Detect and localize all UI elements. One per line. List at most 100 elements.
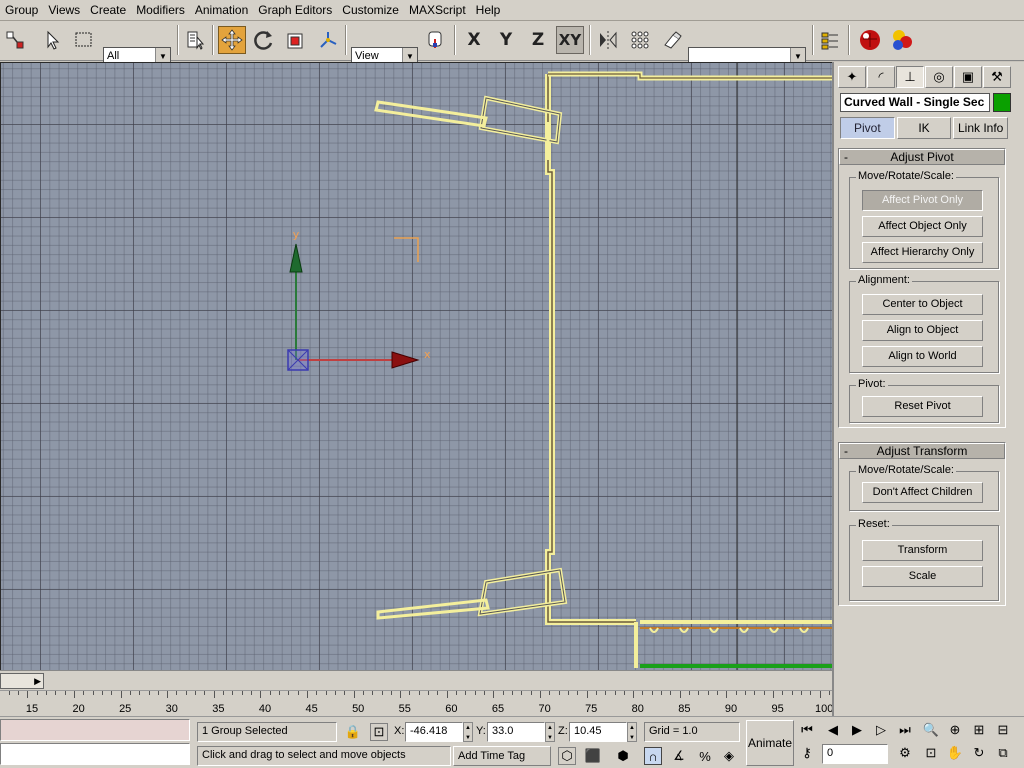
hierarchy-tab-icon[interactable]: ⊥ [896, 66, 924, 88]
add-time-tag-button[interactable]: Add Time Tag [453, 746, 551, 766]
curved-wall-object[interactable] [374, 71, 832, 668]
angle-snap-icon[interactable]: ∡ [670, 747, 688, 765]
time-configuration-icon[interactable]: ⚙ [896, 744, 914, 762]
spinner-snap-icon[interactable]: ◈ [720, 747, 738, 765]
track-view-icon[interactable] [816, 26, 844, 54]
tick-mark [754, 691, 756, 695]
tick-mark [64, 691, 66, 695]
display-tab-icon[interactable]: ▣ [954, 66, 982, 88]
arc-rotate-icon[interactable]: ↻ [970, 744, 988, 762]
percent-snap-icon[interactable]: % [696, 747, 714, 765]
animate-button[interactable]: Animate [746, 720, 794, 766]
cube-icon[interactable]: ⬢ [614, 747, 632, 765]
maximize-viewport-icon[interactable]: ⧉ [994, 744, 1012, 762]
3ds-max-window: Group Views Create Modifiers Animation G… [0, 0, 1024, 768]
select-and-rotate-icon[interactable] [250, 26, 278, 54]
menu-modifiers[interactable]: Modifiers [131, 0, 190, 21]
array-icon[interactable] [626, 26, 654, 54]
align-to-object-button[interactable]: Align to Object [862, 320, 983, 341]
time-slider-thumb[interactable]: ▶ [0, 673, 44, 689]
dont-affect-children-button[interactable]: Don't Affect Children [862, 482, 983, 503]
zoom-icon[interactable]: 🔍 [922, 721, 940, 739]
region-zoom-icon[interactable]: ⊡ [922, 744, 940, 762]
move-gizmo[interactable] [287, 243, 420, 371]
select-and-link-icon[interactable] [2, 26, 30, 54]
tick-mark [530, 691, 532, 695]
menu-help[interactable]: Help [471, 0, 506, 21]
select-object-icon[interactable] [38, 26, 66, 54]
align-to-world-button[interactable]: Align to World [862, 346, 983, 367]
menu-maxscript[interactable]: MAXScript [404, 0, 471, 21]
go-to-start-icon[interactable]: ⏮ [798, 721, 816, 739]
utilities-tab-icon[interactable]: ⚒ [983, 66, 1011, 88]
affect-pivot-only-button[interactable]: Affect Pivot Only [862, 190, 983, 211]
modify-tab-icon[interactable]: ◜ [867, 66, 895, 88]
snaps-toggle-icon[interactable]: ⬛ [584, 747, 602, 765]
pivot-point-center-icon[interactable] [422, 26, 450, 54]
zoom-extents-all-icon[interactable]: ⊟ [994, 721, 1012, 739]
adjust-transform-title[interactable]: - Adjust Transform [839, 443, 1005, 459]
maxscript-listener-mini[interactable] [0, 719, 190, 741]
go-to-end-icon[interactable]: ⏭ [896, 721, 914, 739]
region-select-icon[interactable] [70, 26, 98, 54]
adjust-pivot-title[interactable]: - Adjust Pivot [839, 149, 1005, 165]
tab-link-info[interactable]: Link Info [953, 117, 1009, 139]
bounding-box-icon[interactable]: ⬡ [558, 747, 576, 765]
lock-selection-icon[interactable]: 🔒 [344, 723, 362, 741]
render-scene-icon[interactable] [888, 26, 916, 54]
menu-create[interactable]: Create [85, 0, 131, 21]
key-mode-icon[interactable]: ⚷ [798, 744, 816, 762]
motion-tab-icon[interactable]: ◎ [925, 66, 953, 88]
next-frame-icon[interactable]: ▷ [872, 721, 890, 739]
x-spinner[interactable]: ▲ ▼ [463, 722, 473, 742]
restrict-xy-button[interactable]: XY [556, 26, 584, 54]
x-coordinate-input[interactable]: -46.418 [405, 722, 463, 742]
play-icon[interactable]: ▶ [848, 721, 866, 739]
select-and-move-icon[interactable] [218, 26, 246, 54]
restrict-x-button[interactable]: X [460, 26, 488, 54]
spacing-tool-icon[interactable] [658, 26, 686, 54]
menu-customize[interactable]: Customize [337, 0, 404, 21]
restrict-z-button[interactable]: Z [524, 26, 552, 54]
object-name-field[interactable]: Curved Wall - Single Sec [840, 93, 990, 112]
maxscript-listener-output[interactable] [0, 743, 190, 765]
tick-label: 20 [72, 703, 85, 715]
pivot-group-label: Pivot: [856, 378, 888, 390]
z-spinner[interactable]: ▲ ▼ [627, 722, 637, 742]
create-tab-icon[interactable]: ✦ [838, 66, 866, 88]
restrict-y-button[interactable]: Y [492, 26, 520, 54]
menu-group[interactable]: Group [0, 0, 43, 21]
track-bar[interactable]: 15 20 25 30 35 40 45 50 55 60 65 70 75 80 85 90 95 100 [0, 690, 840, 716]
reset-scale-button[interactable]: Scale [862, 566, 983, 587]
object-color-swatch[interactable] [993, 93, 1011, 112]
y-spinner[interactable]: ▲ ▼ [545, 722, 555, 742]
top-viewport[interactable]: y x [0, 62, 832, 670]
tab-pivot[interactable]: Pivot [840, 117, 895, 139]
select-by-name-icon[interactable] [182, 26, 210, 54]
menu-graph-editors[interactable]: Graph Editors [253, 0, 337, 21]
affect-object-only-button[interactable]: Affect Object Only [862, 216, 983, 237]
current-frame-input[interactable]: 0 [822, 744, 888, 764]
z-coordinate-input[interactable]: 10.45 [569, 722, 627, 742]
alignment-group: Alignment: Center to Object Align to Obj… [849, 274, 999, 373]
material-editor-icon[interactable] [856, 26, 884, 54]
center-to-object-button[interactable]: Center to Object [862, 294, 983, 315]
y-coordinate-input[interactable]: 33.0 [487, 722, 545, 742]
previous-frame-icon[interactable]: ◀ [824, 721, 842, 739]
manipulate-icon[interactable] [314, 26, 342, 54]
select-and-scale-icon[interactable] [282, 26, 310, 54]
tick-mark [362, 691, 364, 695]
menu-views[interactable]: Views [43, 0, 85, 21]
mirror-icon[interactable] [594, 26, 622, 54]
time-slider[interactable]: ▶ [0, 670, 832, 690]
pan-icon[interactable]: ✋ [946, 744, 964, 762]
tab-ik[interactable]: IK [896, 117, 952, 139]
menu-animation[interactable]: Animation [190, 0, 253, 21]
reset-pivot-button[interactable]: Reset Pivot [862, 396, 983, 417]
reset-transform-button[interactable]: Transform [862, 540, 983, 561]
affect-hierarchy-only-button[interactable]: Affect Hierarchy Only [862, 242, 983, 263]
absolute-mode-icon[interactable]: ⊡ [370, 723, 388, 741]
zoom-all-icon[interactable]: ⊕ [946, 721, 964, 739]
zoom-extents-icon[interactable]: ⊞ [970, 721, 988, 739]
snap-3d-icon[interactable]: ∩ [644, 747, 662, 765]
